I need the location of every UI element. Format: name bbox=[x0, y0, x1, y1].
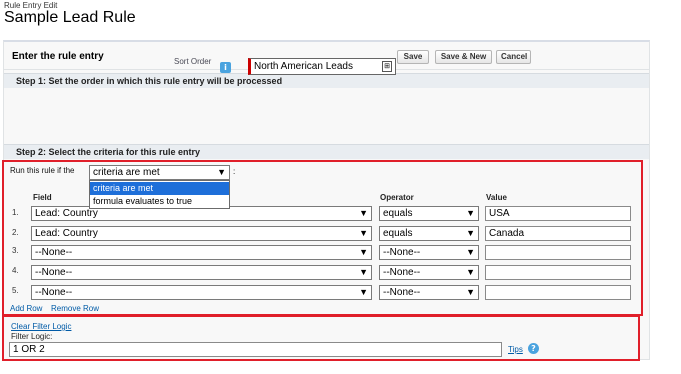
dropdown-option-criteria[interactable]: criteria are met bbox=[90, 182, 229, 195]
panel-title: Enter the rule entry bbox=[12, 51, 104, 62]
sort-order-label: Sort Order bbox=[174, 57, 212, 66]
cancel-button[interactable]: Cancel bbox=[496, 50, 531, 64]
lookup-icon[interactable]: ⊞ bbox=[382, 61, 392, 72]
dropdown-option-formula[interactable]: formula evaluates to true bbox=[90, 195, 229, 208]
page-title: Sample Lead Rule bbox=[4, 9, 136, 26]
filter-logic-highlight-box bbox=[2, 315, 640, 361]
step1-heading: Step 1: Set the order in which this rule… bbox=[4, 73, 649, 88]
sort-order-input[interactable]: North American Leads bbox=[248, 58, 396, 75]
run-condition-dropdown[interactable]: criteria are met formula evaluates to tr… bbox=[89, 180, 230, 209]
step2-heading: Step 2: Select the criteria for this rul… bbox=[4, 144, 649, 159]
info-icon[interactable]: i bbox=[220, 62, 231, 73]
save-button[interactable]: Save bbox=[397, 50, 429, 64]
save-new-button[interactable]: Save & New bbox=[435, 50, 492, 64]
